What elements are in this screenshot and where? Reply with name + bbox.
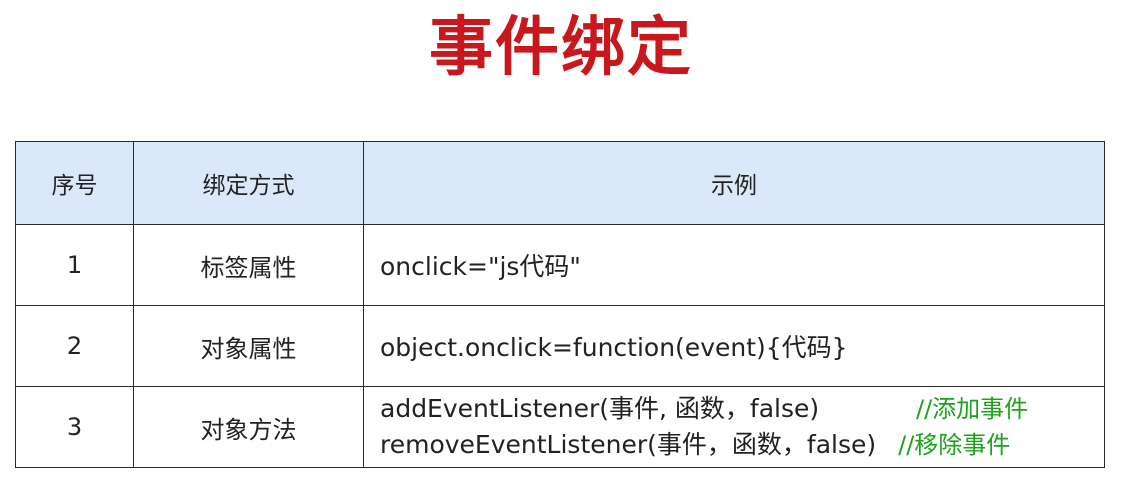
code-text: removeEventListener(事件，函数，false) [380, 430, 877, 459]
row-example: onclick="js代码" [363, 224, 1105, 306]
header-number: 序号 [15, 141, 134, 225]
table-row: 2 对象属性 object.onclick=function(event){代码… [15, 305, 1105, 387]
table-row: 1 标签属性 onclick="js代码" [15, 224, 1105, 306]
slide: 事件绑定 序号 绑定方式 示例 1 标签属性 onclick="js代码" 2 … [0, 0, 1122, 483]
code-comment: //添加事件 [916, 395, 1029, 423]
row-example: object.onclick=function(event){代码} [363, 305, 1105, 387]
row-method: 标签属性 [133, 224, 364, 306]
table-header-row: 序号 绑定方式 示例 [15, 141, 1105, 225]
binding-methods-table: 序号 绑定方式 示例 1 标签属性 onclick="js代码" 2 对象属性 … [15, 141, 1105, 468]
row-number: 2 [15, 305, 134, 387]
row-method: 对象方法 [133, 386, 364, 468]
code-text: addEventListener(事件, 函数，false) [380, 394, 820, 423]
code-line: removeEventListener(事件，函数，false) //移除事件 [380, 427, 1104, 463]
table-row: 3 对象方法 addEventListener(事件, 函数，false) //… [15, 386, 1105, 468]
header-example: 示例 [363, 141, 1105, 225]
row-number: 1 [15, 224, 134, 306]
code-line: addEventListener(事件, 函数，false) //添加事件 [380, 391, 1104, 427]
page-title: 事件绑定 [429, 11, 693, 85]
code-comment: //移除事件 [898, 431, 1011, 459]
row-method: 对象属性 [133, 305, 364, 387]
row-number: 3 [15, 386, 134, 468]
row-example-multiline: addEventListener(事件, 函数，false) //添加事件 re… [363, 386, 1105, 468]
header-binding-method: 绑定方式 [133, 141, 364, 225]
